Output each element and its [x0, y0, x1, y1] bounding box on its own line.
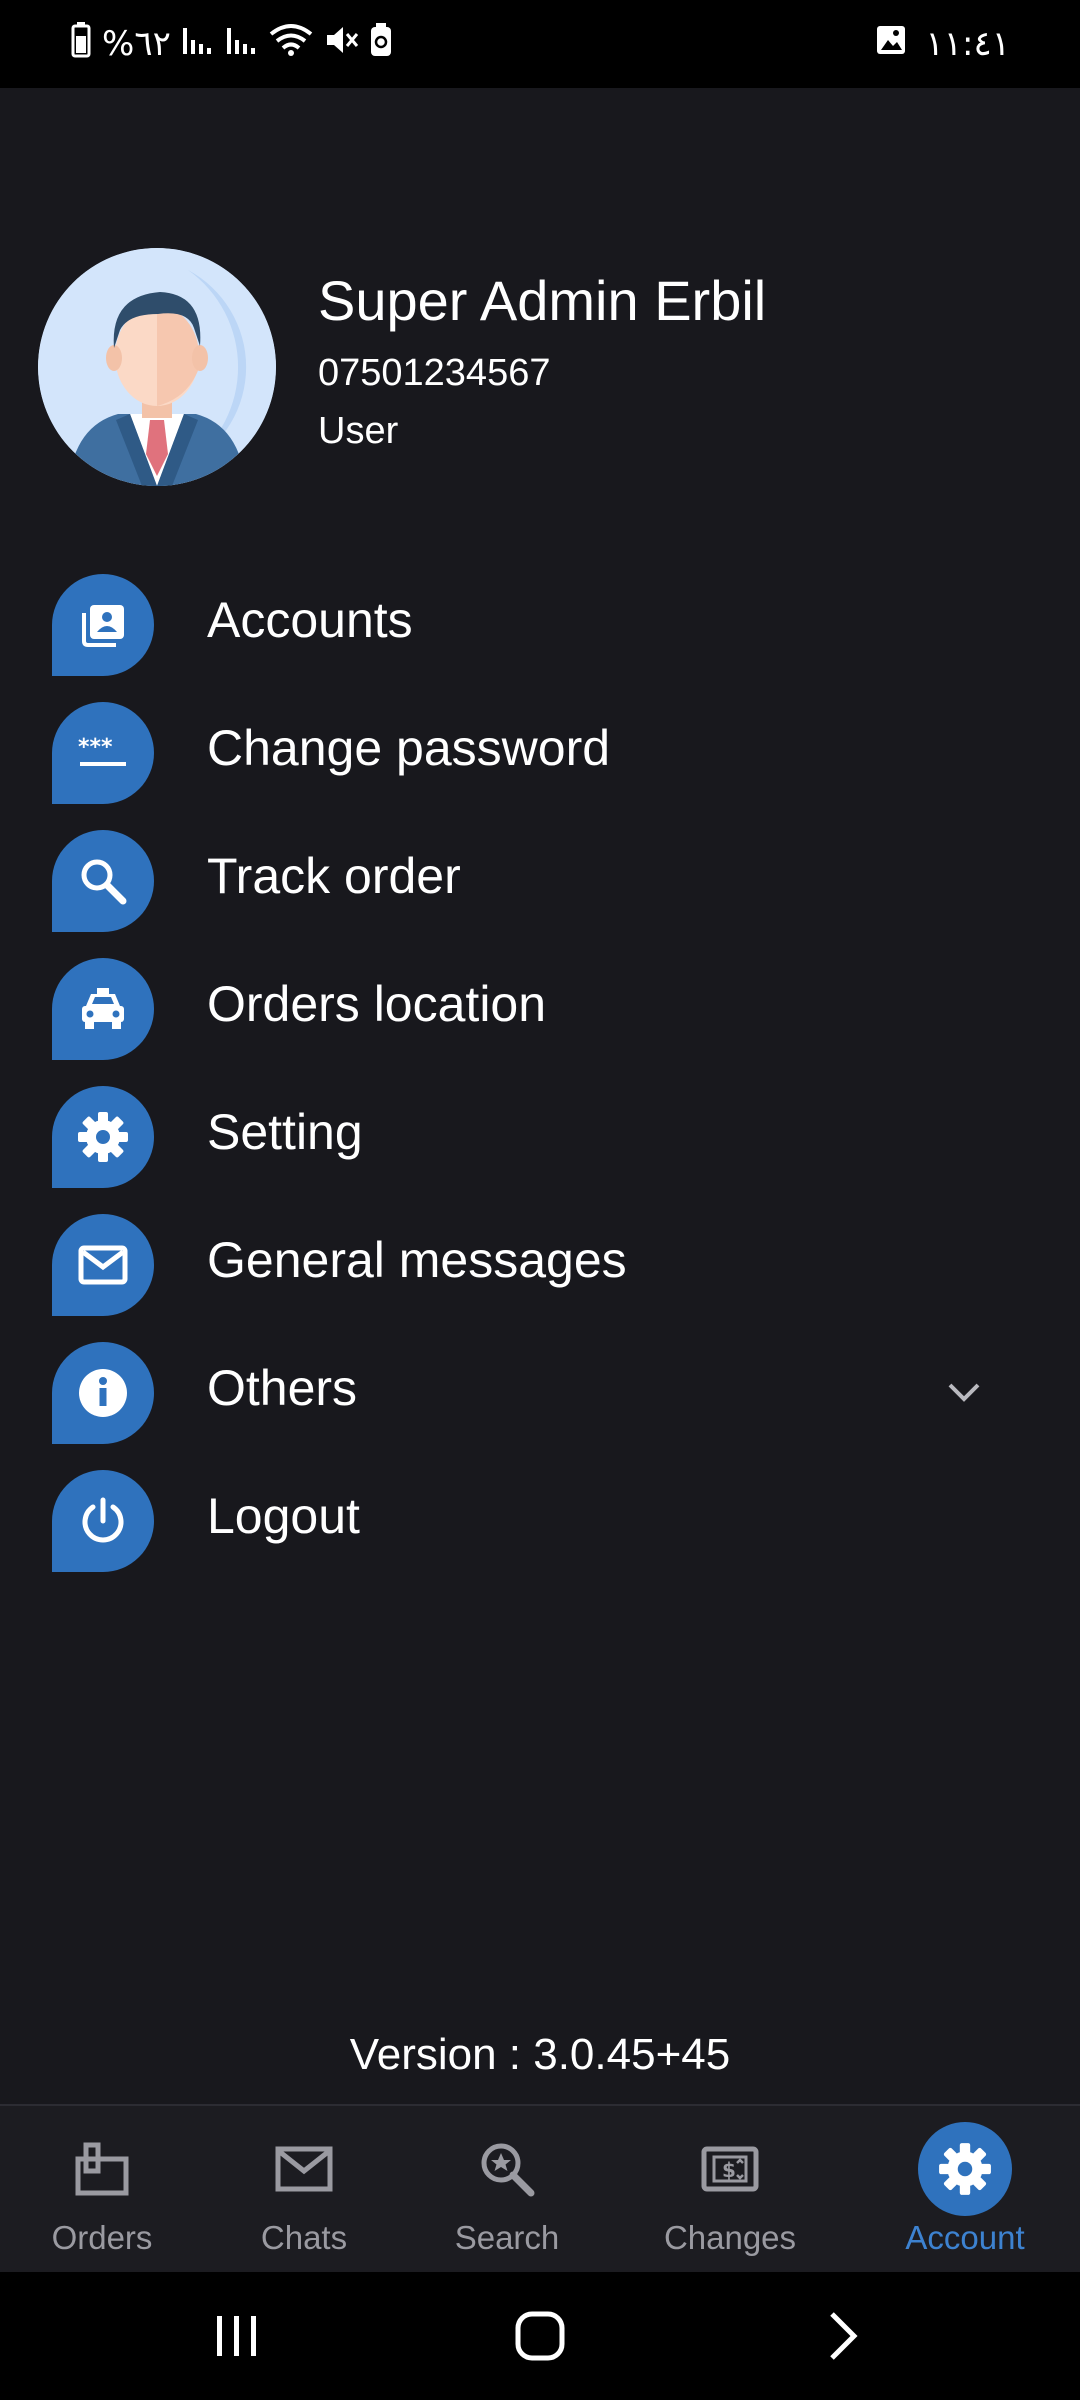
- menu-item-others[interactable]: Others: [0, 1328, 1080, 1456]
- power-icon: [52, 1470, 154, 1572]
- menu-item-setting[interactable]: Setting: [0, 1072, 1080, 1200]
- back-icon[interactable]: [812, 2306, 872, 2366]
- profile-name: Super Admin Erbil: [318, 269, 767, 332]
- mute-icon: [323, 22, 359, 67]
- mail-icon: [52, 1214, 154, 1316]
- status-bar: %٦٢ ١١:٤١: [0, 0, 1080, 88]
- menu-label-orders-location: Orders location: [207, 976, 547, 1032]
- password-icon: ***: [52, 702, 154, 804]
- gear-icon: [52, 1086, 154, 1188]
- svg-text:***: ***: [78, 735, 113, 760]
- profile-phone: 07501234567: [318, 352, 551, 394]
- menu-item-accounts[interactable]: Accounts: [0, 560, 1080, 688]
- profile-role: User: [318, 410, 399, 452]
- mail-icon: [257, 2122, 351, 2216]
- car-icon: [52, 958, 154, 1060]
- accounts-icon: [52, 574, 154, 676]
- menu-label-logout: Logout: [207, 1488, 360, 1544]
- nav-chats[interactable]: Chats: [214, 2106, 394, 2274]
- status-left: %٦٢: [70, 20, 393, 68]
- recent-apps-icon[interactable]: [207, 2306, 267, 2366]
- menu-label-setting: Setting: [207, 1104, 363, 1160]
- search-icon: [52, 830, 154, 932]
- svg-text:$: $: [722, 2158, 736, 2182]
- avatar: [38, 248, 276, 486]
- nav-orders[interactable]: Orders: [12, 2106, 192, 2274]
- info-icon: [52, 1342, 154, 1444]
- nav-label-changes: Changes: [663, 2219, 797, 2256]
- search-star-icon: [460, 2122, 554, 2216]
- menu-label-change-password: Change password: [207, 720, 611, 776]
- nav-label-chats: Chats: [260, 2219, 348, 2256]
- battery-percent: %٦٢: [102, 24, 171, 64]
- menu-item-change-password[interactable]: *** Change password: [0, 688, 1080, 816]
- gear-icon: [918, 2122, 1012, 2216]
- nav-account[interactable]: Account: [875, 2106, 1055, 2274]
- menu-label-others: Others: [207, 1360, 358, 1416]
- menu-label-track-order: Track order: [207, 848, 461, 904]
- status-time: ١١:٤١: [925, 24, 1010, 64]
- orders-icon: [55, 2122, 149, 2216]
- system-nav-bar: [0, 2272, 1080, 2400]
- menu-label-accounts: Accounts: [207, 592, 413, 648]
- status-right: ١١:٤١: [875, 20, 1010, 68]
- chevron-down-icon[interactable]: [940, 1368, 988, 1416]
- signal-icon: [225, 24, 259, 65]
- account-menu: Accounts *** Change password Track order: [0, 560, 1080, 1584]
- image-notification-icon: [875, 24, 907, 65]
- nav-label-orders: Orders: [51, 2219, 153, 2256]
- menu-item-track-order[interactable]: Track order: [0, 816, 1080, 944]
- nav-label-search: Search: [454, 2219, 560, 2256]
- nav-label-account: Account: [905, 2219, 1025, 2256]
- menu-label-general-messages: General messages: [207, 1232, 627, 1288]
- nav-search[interactable]: Search: [417, 2106, 597, 2274]
- nav-changes[interactable]: $ Changes: [640, 2106, 820, 2274]
- avatar-icon: [38, 248, 276, 486]
- bottom-nav: Orders Chats Search $ Changes Account: [0, 2104, 1080, 2274]
- wifi-icon: [269, 22, 313, 67]
- menu-item-logout[interactable]: Logout: [0, 1456, 1080, 1584]
- home-icon[interactable]: [510, 2306, 570, 2366]
- menu-item-general-messages[interactable]: General messages: [0, 1200, 1080, 1328]
- signal-icon: [181, 24, 215, 65]
- battery-icon: [70, 21, 92, 67]
- battery-saver-icon: [369, 22, 393, 67]
- version-text: Version : 3.0.45+45: [349, 2030, 731, 2079]
- menu-item-orders-location[interactable]: Orders location: [0, 944, 1080, 1072]
- money-icon: $: [683, 2122, 777, 2216]
